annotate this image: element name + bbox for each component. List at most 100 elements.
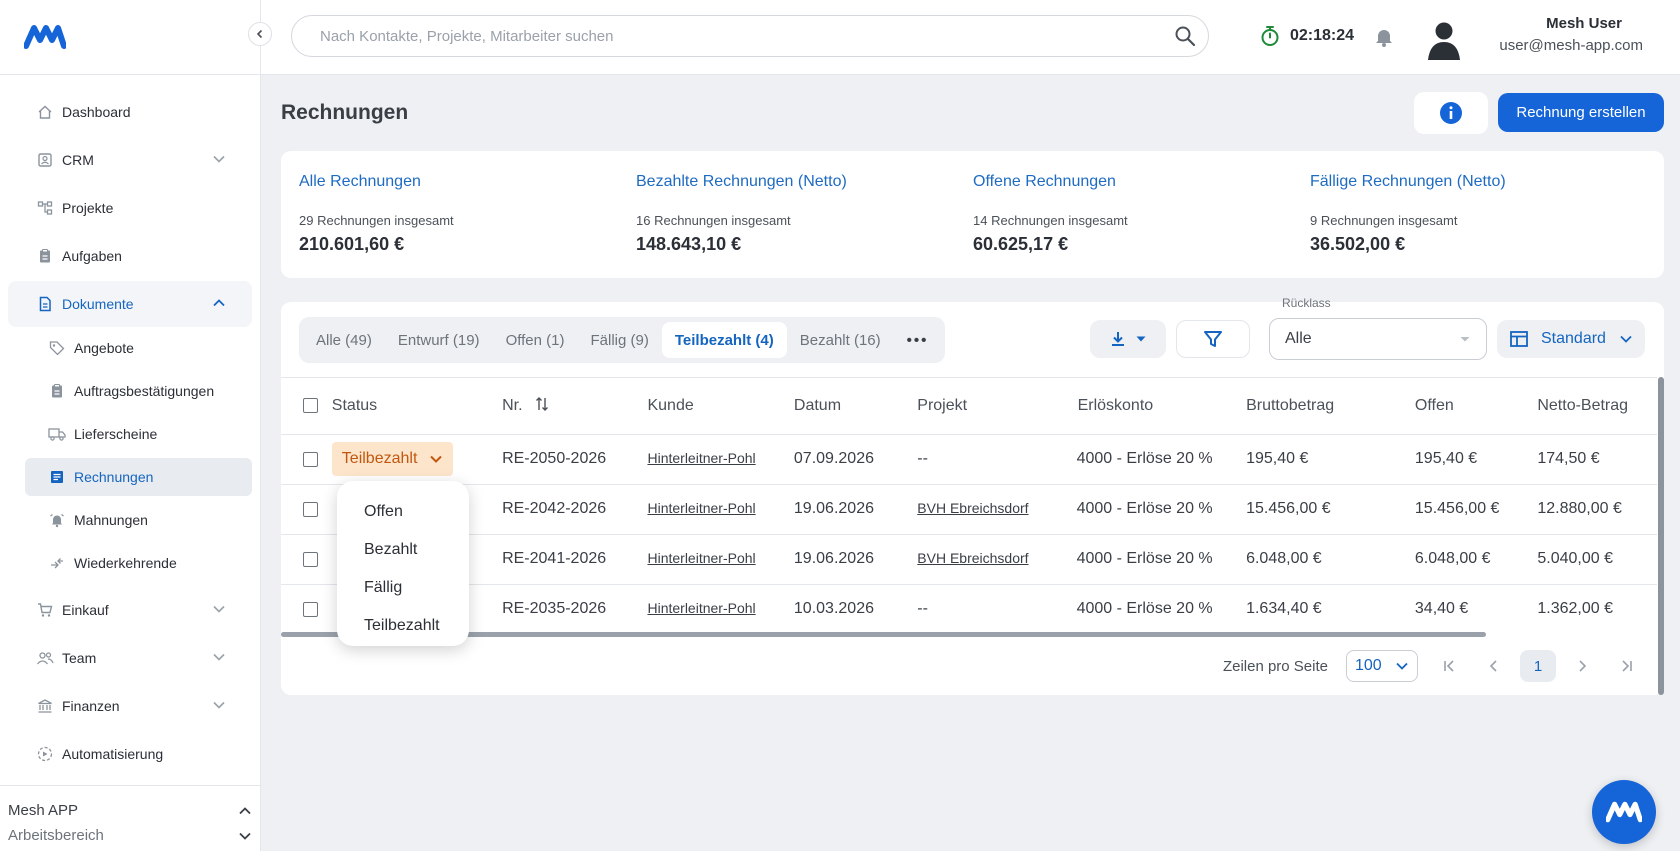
status-dropdown[interactable]: Teilbezahlt — [331, 442, 454, 476]
project-cell: -- — [917, 434, 1077, 485]
export-button[interactable] — [1090, 320, 1166, 358]
sidebar-subitem-rechnungen[interactable]: Rechnungen — [25, 458, 252, 496]
customer-link[interactable]: Hinterleitner-Pohl — [647, 500, 755, 516]
sidebar-subitem-mahnungen[interactable]: Mahnungen — [25, 501, 252, 539]
sidebar-item-finanzen[interactable]: Finanzen — [8, 683, 252, 729]
customer-link[interactable]: Hinterleitner-Pohl — [647, 450, 755, 466]
logo-area — [0, 0, 272, 75]
vertical-scrollbar[interactable] — [1658, 377, 1664, 695]
sidebar-subitem-label: Wiederkehrende — [74, 555, 177, 571]
avatar[interactable] — [1424, 18, 1464, 60]
first-page-button[interactable] — [1432, 650, 1468, 682]
customer-cell: Hinterleitner-Pohl — [647, 434, 794, 485]
search-input[interactable] — [320, 27, 1174, 45]
cart-icon — [36, 601, 54, 619]
column-header-erloeskonto[interactable]: Erlöskonto — [1076, 378, 1247, 435]
sidebar-item-crm[interactable]: CRM — [8, 137, 252, 183]
customer-link[interactable]: Hinterleitner-Pohl — [647, 550, 755, 566]
sidebar-subitem-wiederkehrende[interactable]: Wiederkehrende — [25, 544, 252, 582]
status-option-teilbezahlt[interactable]: Teilbezahlt — [337, 607, 469, 645]
column-header-datum[interactable]: Datum — [793, 378, 918, 435]
project-link[interactable]: BVH Ebreichsdorf — [917, 550, 1028, 566]
filter-button[interactable] — [1176, 320, 1250, 358]
column-header-label: Nr. — [502, 397, 523, 415]
customer-link[interactable]: Hinterleitner-Pohl — [647, 600, 755, 616]
tab-teilbezahlt[interactable]: Teilbezahlt (4) — [661, 322, 787, 358]
table-row[interactable]: Teilbezahlt RE-2050-2026 Hinterleitner-P… — [281, 434, 1657, 485]
app-switcher[interactable]: Mesh APP — [8, 798, 252, 823]
tab-more[interactable]: ••• — [894, 322, 942, 358]
sort-icon[interactable] — [535, 396, 549, 412]
stat-title: Alle Rechnungen — [299, 173, 421, 190]
stat-title: Bezahlte Rechnungen (Netto) — [636, 173, 847, 190]
status-option-faellig[interactable]: Fällig — [337, 569, 469, 607]
sidebar-item-team[interactable]: Team — [8, 635, 252, 681]
column-header-kunde[interactable]: Kunde — [647, 378, 794, 435]
info-button[interactable] — [1414, 92, 1488, 134]
bell-icon[interactable] — [1374, 26, 1394, 48]
page-number-button[interactable]: 1 — [1520, 650, 1556, 682]
create-invoice-button[interactable]: Rechnung erstellen — [1498, 93, 1664, 132]
sidebar-item-label: Projekte — [62, 200, 114, 216]
revenue-account-cell: 4000 - Erlöse 20 % — [1076, 584, 1247, 623]
rows-per-page-select[interactable]: 100 — [1346, 650, 1418, 682]
stat-subtitle: 16 Rechnungen insgesamt — [636, 213, 791, 228]
sidebar-item-projekte[interactable]: Projekte — [8, 185, 252, 231]
stat-paid-invoices[interactable]: Bezahlte Rechnungen (Netto) 16 Rechnunge… — [636, 173, 847, 255]
mesh-logo[interactable] — [24, 24, 66, 50]
column-header-bruttobetrag[interactable]: Bruttobetrag — [1246, 378, 1415, 435]
sidebar-item-dashboard[interactable]: Dashboard — [8, 89, 252, 135]
time-tracker[interactable]: 02:18:24 — [1260, 25, 1354, 47]
row-checkbox[interactable] — [303, 601, 318, 617]
stat-due-invoices[interactable]: Fällige Rechnungen (Netto) 9 Rechnungen … — [1310, 173, 1506, 255]
pagination: Zeilen pro Seite 100 1 — [1223, 650, 1644, 682]
sidebar-item-aufgaben[interactable]: Aufgaben — [8, 233, 252, 279]
sidebar-subitem-angebote[interactable]: Angebote — [25, 329, 252, 367]
status-option-offen[interactable]: Offen — [337, 493, 469, 531]
column-header-netto[interactable]: Netto-Betrag — [1537, 378, 1657, 435]
table-row[interactable]: RE-2035-2026 Hinterleitner-Pohl 10.03.20… — [281, 584, 1657, 623]
user-info[interactable]: Mesh User user@mesh-app.com — [1499, 15, 1643, 54]
filter-select[interactable]: Alle — [1269, 318, 1487, 360]
sidebar-item-automatisierung[interactable]: Automatisierung — [8, 731, 252, 777]
next-page-button[interactable] — [1564, 650, 1600, 682]
invoice-table-wrapper: Status Nr. Kunde Datum Projekt Erlöskont… — [281, 377, 1657, 623]
column-header-projekt[interactable]: Projekt — [917, 378, 1077, 435]
document-icon — [36, 295, 54, 313]
table-row[interactable]: RE-2041-2026 Hinterleitner-Pohl 19.06.20… — [281, 534, 1657, 585]
row-checkbox[interactable] — [303, 551, 318, 567]
column-header-offen[interactable]: Offen — [1414, 378, 1538, 435]
workspace-switcher[interactable]: Arbeitsbereich — [8, 823, 252, 848]
status-option-bezahlt[interactable]: Bezahlt — [337, 531, 469, 569]
table-row[interactable]: RE-2042-2026 Hinterleitner-Pohl 19.06.20… — [281, 484, 1657, 535]
column-header-nr[interactable]: Nr. — [502, 378, 648, 435]
row-checkbox[interactable] — [303, 501, 318, 517]
select-all-checkbox[interactable] — [303, 398, 318, 414]
tab-alle[interactable]: Alle (49) — [303, 322, 385, 358]
tab-offen[interactable]: Offen (1) — [493, 322, 578, 358]
search-icon[interactable] — [1174, 25, 1196, 47]
collapse-sidebar-button[interactable] — [248, 22, 272, 46]
column-header-status[interactable]: Status — [331, 378, 503, 435]
tab-entwurf[interactable]: Entwurf (19) — [385, 322, 493, 358]
chevron-left-icon — [1489, 660, 1497, 672]
select-all-cell — [281, 378, 332, 435]
bank-icon — [36, 697, 54, 715]
previous-page-button[interactable] — [1476, 650, 1512, 682]
row-checkbox[interactable] — [303, 451, 318, 467]
tab-bezahlt[interactable]: Bezahlt (16) — [787, 322, 894, 358]
sidebar-subitem-lieferscheine[interactable]: Lieferscheine — [25, 415, 252, 453]
sidebar-item-einkauf[interactable]: Einkauf — [8, 587, 252, 633]
tab-faellig[interactable]: Fällig (9) — [577, 322, 661, 358]
stat-open-invoices[interactable]: Offene Rechnungen 14 Rechnungen insgesam… — [973, 173, 1128, 255]
mesh-assistant-button[interactable] — [1592, 780, 1656, 844]
sidebar-subitem-auftragsbestaetigungen[interactable]: Auftragsbestätigungen — [25, 372, 252, 410]
stat-subtitle: 29 Rechnungen insgesamt — [299, 213, 454, 228]
automation-icon — [36, 745, 54, 763]
sidebar-item-dokumente[interactable]: Dokumente — [8, 281, 252, 327]
last-page-button[interactable] — [1608, 650, 1644, 682]
stat-all-invoices[interactable]: Alle Rechnungen 29 Rechnungen insgesamt … — [299, 173, 454, 255]
view-selector[interactable]: Standard — [1497, 320, 1645, 358]
project-link[interactable]: BVH Ebreichsdorf — [917, 500, 1028, 516]
chevron-down-icon — [1396, 662, 1408, 670]
